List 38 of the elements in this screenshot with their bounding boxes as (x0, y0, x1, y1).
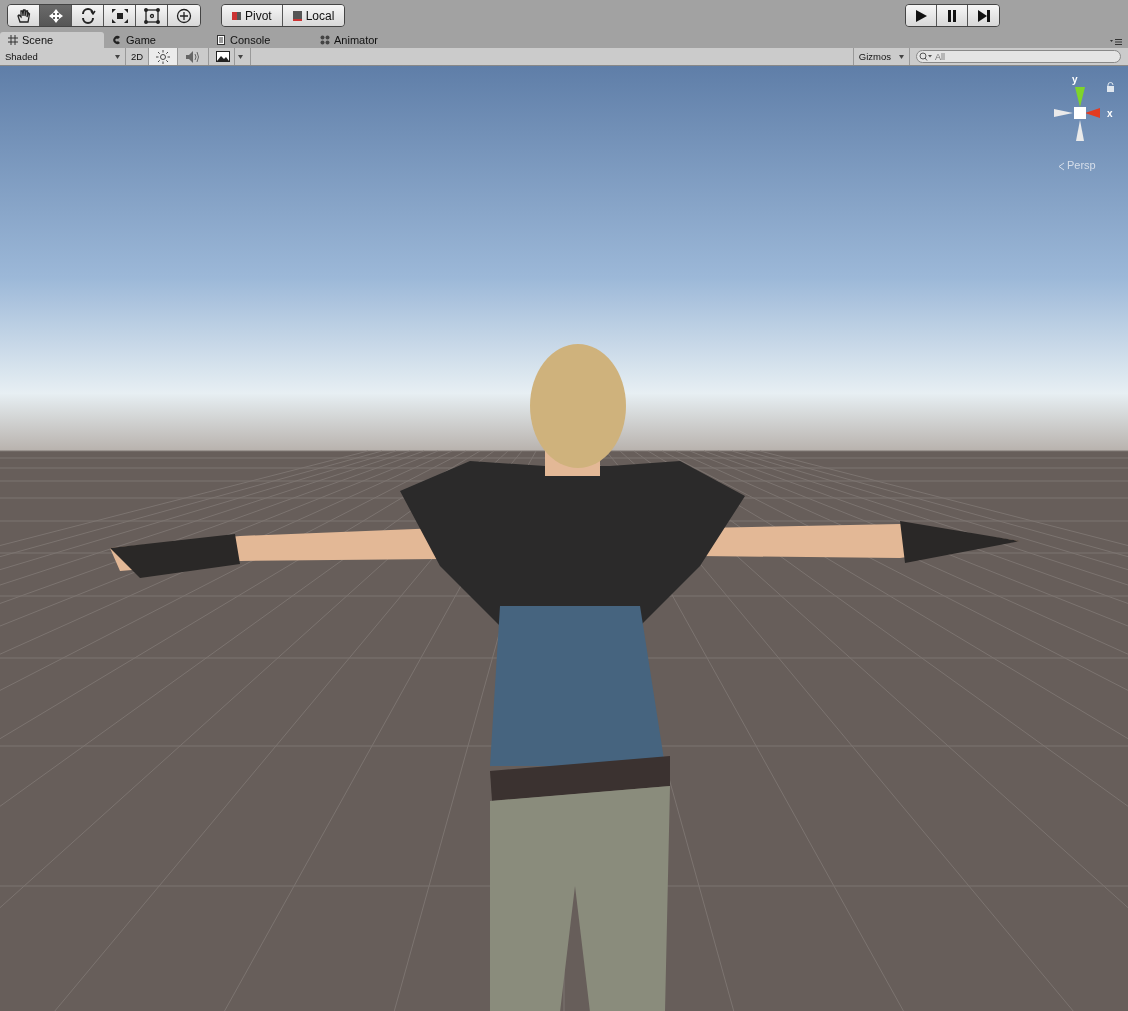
step-icon (975, 8, 992, 23)
axis-label: x (1107, 108, 1113, 119)
step-button[interactable] (968, 5, 1000, 26)
image-icon (216, 51, 231, 62)
scene-tab-icon (8, 35, 18, 45)
pause-button[interactable] (937, 5, 969, 26)
panel-tab[interactable]: Game (104, 32, 208, 48)
tool-button[interactable] (104, 5, 136, 26)
panel-tab[interactable]: Scene (0, 32, 104, 48)
caret-icon (238, 54, 244, 59)
draw-mode-dropdown[interactable]: Shaded (0, 48, 126, 65)
chevron-icon (1058, 162, 1065, 171)
animator-tab-icon (320, 35, 330, 45)
menu-icon[interactable] (1110, 39, 1122, 45)
search-field[interactable]: All (916, 50, 1121, 63)
caret-icon (899, 54, 904, 59)
axis-label: y (1072, 74, 1078, 85)
tool-button[interactable] (136, 5, 168, 26)
play-button[interactable] (906, 5, 938, 26)
tool-button[interactable] (8, 5, 40, 26)
rect-tool-icon (141, 7, 162, 24)
sun-icon (156, 49, 171, 64)
tool-button[interactable] (72, 5, 104, 26)
panel-tab[interactable]: Console (208, 32, 312, 48)
panel-tab[interactable]: Animator (312, 32, 416, 48)
lighting-toggle[interactable] (149, 48, 179, 65)
caret-icon (115, 54, 120, 59)
scale-tool-icon (109, 7, 130, 24)
console-tab-icon (216, 35, 226, 45)
local-button[interactable]: Local (282, 5, 345, 26)
pivot-button[interactable]: Pivot (222, 5, 283, 26)
transform-tool-icon (174, 7, 194, 24)
speaker-icon (185, 49, 202, 64)
tool-button[interactable] (168, 5, 200, 26)
game-tab-icon (112, 35, 122, 45)
scene-viewport[interactable] (0, 66, 1128, 1011)
tool-button[interactable] (40, 5, 72, 26)
gizmos-dropdown[interactable]: Gizmos (852, 48, 910, 65)
